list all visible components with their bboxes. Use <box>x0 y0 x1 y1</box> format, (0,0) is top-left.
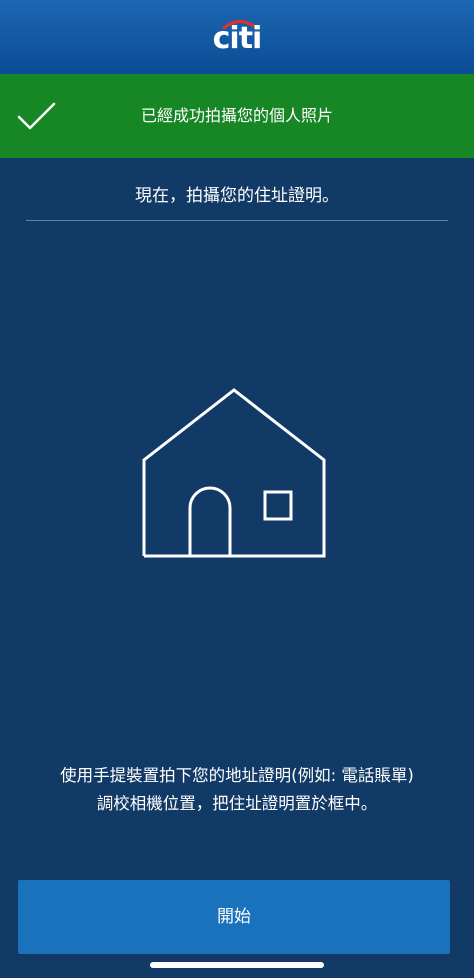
instruction-title: 現在，拍攝您的住址證明。 <box>135 186 339 206</box>
success-banner: 已經成功拍攝您的個人照片 <box>0 74 474 158</box>
citi-logo: citi <box>200 10 274 60</box>
description-text: 使用手提裝置拍下您的地址證明(例如: 電話賬單) 調校相機位置，把住址證明置於框… <box>10 762 464 818</box>
checkmark-icon <box>17 102 56 130</box>
start-button[interactable]: 開始 <box>18 880 450 954</box>
success-message: 已經成功拍攝您的個人照片 <box>140 106 333 125</box>
divider <box>26 220 448 221</box>
description-line-1: 使用手提裝置拍下您的地址證明(例如: 電話賬單) <box>60 766 414 785</box>
home-indicator[interactable] <box>150 962 324 968</box>
house-icon <box>142 388 326 558</box>
logo-text: citi <box>212 21 263 56</box>
description-line-2: 調校相機位置，把住址證明置於框中。 <box>96 794 378 813</box>
app-header: citi <box>0 0 474 74</box>
